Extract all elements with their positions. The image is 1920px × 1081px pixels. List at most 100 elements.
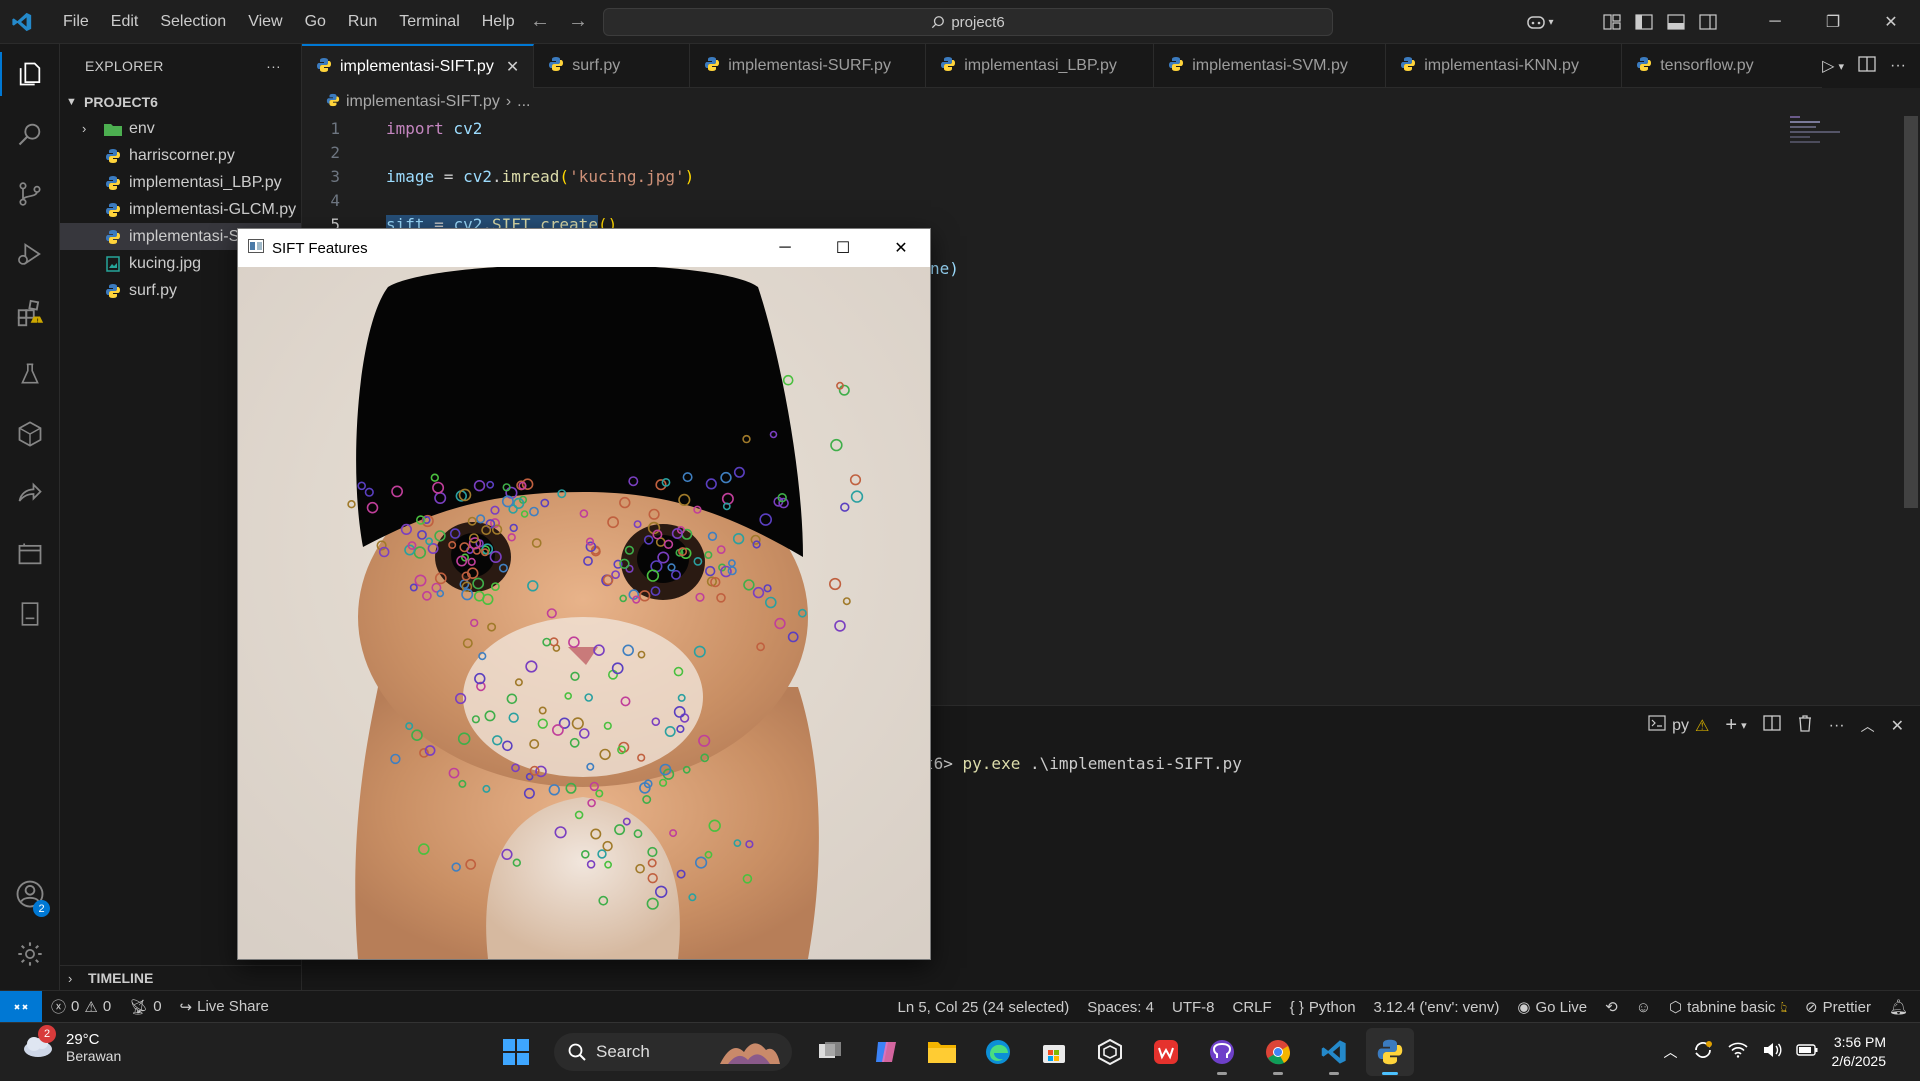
split-terminal-icon[interactable]: [1763, 715, 1781, 736]
menu-run[interactable]: Run: [337, 0, 388, 44]
run-debug-icon[interactable]: [0, 224, 60, 284]
tree-item-glcm[interactable]: implementasi-GLCM.py: [60, 196, 301, 223]
new-terminal-icon[interactable]: +: [1725, 714, 1737, 737]
timeline-section[interactable]: › TIMELINE: [60, 965, 302, 990]
editor-scrollbar[interactable]: [1904, 116, 1918, 508]
tab-implementasi-sift[interactable]: implementasi-SIFT.py ✕: [302, 44, 534, 88]
terminal-shell-label[interactable]: py: [1672, 717, 1689, 735]
testing-icon[interactable]: [0, 344, 60, 404]
tab-tensorflow[interactable]: tensorflow.py: [1622, 44, 1792, 88]
minimize-icon[interactable]: ─: [756, 229, 814, 267]
live-share-icon[interactable]: [0, 464, 60, 524]
copilot-status-icon[interactable]: ☺: [1627, 999, 1660, 1016]
menu-go[interactable]: Go: [294, 0, 337, 44]
tab-implementasi-knn[interactable]: implementasi-KNN.py: [1386, 44, 1622, 88]
menu-help[interactable]: Help: [471, 0, 526, 44]
command-center-search[interactable]: project6: [603, 8, 1333, 36]
github-desktop-icon[interactable]: [1198, 1028, 1246, 1076]
language-mode[interactable]: { }Python: [1281, 999, 1365, 1016]
wps-office-icon[interactable]: [1142, 1028, 1190, 1076]
more-actions-icon[interactable]: ···: [1829, 717, 1845, 735]
chevron-down-icon[interactable]: ▾: [1838, 60, 1844, 73]
encoding[interactable]: UTF-8: [1163, 999, 1224, 1016]
toggle-secondary-sidebar-icon[interactable]: [1692, 0, 1724, 44]
sync-icon[interactable]: [1692, 1039, 1714, 1066]
toggle-panel-icon[interactable]: [1660, 0, 1692, 44]
window-titlebar[interactable]: SIFT Features ─ ☐ ✕: [238, 229, 930, 267]
feedback-icon[interactable]: ⟲: [1596, 998, 1627, 1016]
containers-icon[interactable]: [0, 524, 60, 584]
sift-features-window[interactable]: SIFT Features ─ ☐ ✕: [237, 228, 931, 960]
file-explorer-icon[interactable]: [918, 1028, 966, 1076]
ports-indicator[interactable]: 📡︎0: [120, 998, 170, 1016]
battery-icon[interactable]: [1796, 1043, 1818, 1062]
go-live-button[interactable]: ◉Go Live: [1508, 998, 1596, 1016]
source-control-icon[interactable]: [0, 164, 60, 224]
close-icon[interactable]: ✕: [1862, 0, 1920, 44]
edge-browser-icon[interactable]: [974, 1028, 1022, 1076]
tree-item-harriscorner[interactable]: harriscorner.py: [60, 142, 301, 169]
menu-edit[interactable]: Edit: [100, 0, 150, 44]
microsoft-store-icon[interactable]: [1030, 1028, 1078, 1076]
indentation[interactable]: Spaces: 4: [1078, 999, 1163, 1016]
close-icon[interactable]: ✕: [872, 229, 930, 267]
accounts-icon[interactable]: 2: [0, 864, 60, 924]
split-editor-icon[interactable]: [1858, 56, 1876, 77]
end-of-line[interactable]: CRLF: [1223, 999, 1280, 1016]
remote-explorer-icon[interactable]: [0, 404, 60, 464]
dev-tool-app-icon[interactable]: [1086, 1028, 1134, 1076]
tree-item-env[interactable]: › env: [60, 115, 301, 142]
notebook-icon[interactable]: [0, 584, 60, 644]
minimize-icon[interactable]: ─: [1746, 0, 1804, 44]
chevron-up-icon[interactable]: ︿: [1664, 1042, 1678, 1062]
menu-terminal[interactable]: Terminal: [388, 0, 470, 44]
close-panel-icon[interactable]: ✕: [1891, 716, 1904, 736]
remote-indicator-icon[interactable]: [0, 991, 42, 1023]
customize-layout-icon[interactable]: [1596, 0, 1628, 44]
close-tab-icon[interactable]: ✕: [506, 57, 519, 77]
forward-arrow-icon[interactable]: →: [568, 10, 588, 33]
back-arrow-icon[interactable]: ←: [530, 10, 550, 33]
terminal-icon[interactable]: [1648, 715, 1666, 736]
breadcrumb-symbol[interactable]: ...: [517, 93, 530, 111]
minimap[interactable]: [1790, 116, 1850, 156]
project-root[interactable]: ▼ PROJECT6: [60, 88, 301, 115]
prettier-status[interactable]: ⊘Prettier: [1796, 998, 1880, 1016]
chrome-browser-icon[interactable]: [1254, 1028, 1302, 1076]
explorer-icon[interactable]: [0, 44, 60, 104]
taskbar-search[interactable]: Search: [554, 1033, 792, 1071]
restore-icon[interactable]: ❐: [1804, 0, 1862, 44]
live-share-status[interactable]: ↪Live Share: [171, 998, 278, 1016]
cursor-position[interactable]: Ln 5, Col 25 (24 selected): [888, 999, 1078, 1016]
run-python-file-icon[interactable]: ▷: [1822, 56, 1834, 76]
copilot-app-icon[interactable]: [862, 1028, 910, 1076]
notifications-bell-icon[interactable]: 🔔︎: [1880, 998, 1920, 1016]
trash-icon[interactable]: [1797, 714, 1813, 737]
more-actions-icon[interactable]: ···: [266, 58, 281, 74]
tab-implementasi-surf[interactable]: implementasi-SURF.py: [690, 44, 926, 88]
extensions-icon[interactable]: !: [0, 284, 60, 344]
weather-widget[interactable]: 2 29°C Berawan: [20, 1031, 121, 1064]
tab-implementasi-lbp[interactable]: implementasi_LBP.py: [926, 44, 1154, 88]
breadcrumb-file[interactable]: implementasi-SIFT.py: [346, 93, 500, 111]
clock[interactable]: 3:56 PM 2/6/2025: [1832, 1033, 1887, 1071]
terminal-output-line[interactable]: t6> py.exe .\implementasi-SIFT.py: [924, 754, 1242, 773]
problems-indicator[interactable]: ⓧ0 ⚠0: [42, 996, 120, 1017]
menu-selection[interactable]: Selection: [149, 0, 237, 44]
maximize-icon[interactable]: ☐: [814, 229, 872, 267]
menu-file[interactable]: File: [52, 0, 100, 44]
maximize-panel-icon[interactable]: ︿: [1861, 716, 1875, 736]
manage-gear-icon[interactable]: [0, 924, 60, 984]
more-actions-icon[interactable]: ···: [1890, 57, 1906, 75]
python-app-icon[interactable]: [1366, 1028, 1414, 1076]
volume-icon[interactable]: [1762, 1042, 1782, 1063]
wifi-icon[interactable]: [1728, 1042, 1748, 1063]
tree-item-lbp[interactable]: implementasi_LBP.py: [60, 169, 301, 196]
tab-implementasi-svm[interactable]: implementasi-SVM.py: [1154, 44, 1386, 88]
start-windows-icon[interactable]: [492, 1028, 540, 1076]
menu-view[interactable]: View: [237, 0, 293, 44]
tab-surf[interactable]: surf.py: [534, 44, 690, 88]
vscode-app-icon[interactable]: [1310, 1028, 1358, 1076]
toggle-sidebar-icon[interactable]: [1628, 0, 1660, 44]
task-view-icon[interactable]: [806, 1028, 854, 1076]
